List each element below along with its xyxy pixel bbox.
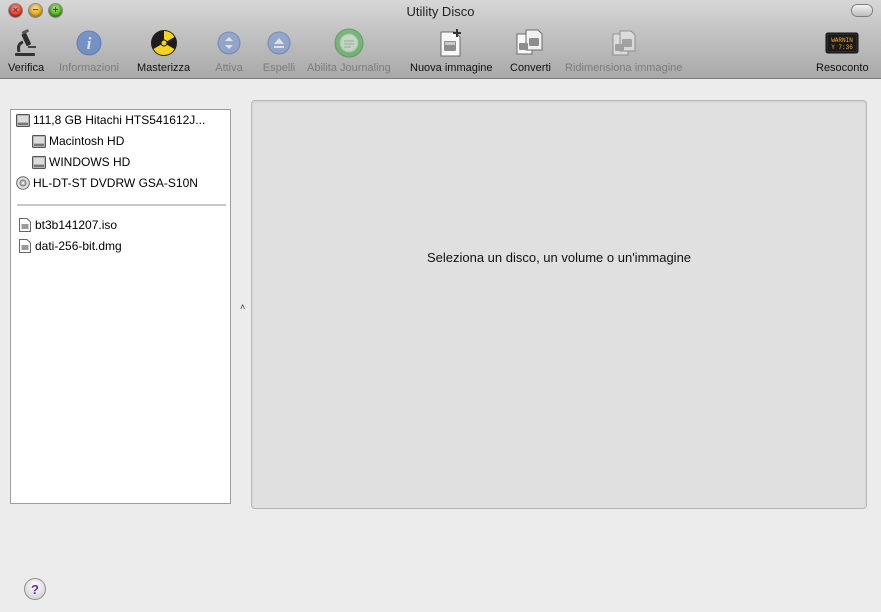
- image-item-label: bt3b141207.iso: [35, 218, 118, 232]
- title-bar: × − + Utility Disco: [0, 0, 881, 22]
- journaling-icon: [332, 26, 366, 60]
- disk-item-dvd-drive[interactable]: HL-DT-ST DVDRW GSA-S10N: [15, 173, 198, 193]
- document-icon: [17, 239, 32, 253]
- window-chrome: × − + Utility Disco Verifica i Informazi…: [0, 0, 881, 79]
- enable-journaling-label: Abilita Journaling: [307, 62, 391, 74]
- volume-item-windows-hd[interactable]: WINDOWS HD: [31, 152, 130, 172]
- convert-icon: [513, 26, 547, 60]
- toolbar: Verifica i Informazioni Masterizza Attiv…: [0, 22, 881, 78]
- info-button[interactable]: i Informazioni: [59, 26, 119, 74]
- empty-selection-message: Seleziona un disco, un volume o un'immag…: [426, 250, 692, 265]
- mount-button[interactable]: Attiva: [212, 26, 246, 74]
- resize-image-icon: [607, 26, 641, 60]
- log-icon: WARNIN Y 7:36: [825, 26, 859, 60]
- image-item-dmg[interactable]: dati-256-bit.dmg: [17, 236, 122, 256]
- new-image-button[interactable]: Nuova immagine: [410, 26, 493, 74]
- detail-panel: Seleziona un disco, un volume o un'immag…: [251, 100, 867, 509]
- toolbar-toggle-button[interactable]: [852, 5, 872, 16]
- eject-icon: [262, 26, 296, 60]
- log-icon-text-line2: Y 7:36: [831, 44, 853, 51]
- resize-image-label: Ridimensiona immagine: [565, 62, 683, 74]
- enable-journaling-button[interactable]: Abilita Journaling: [307, 26, 391, 74]
- disk-list[interactable]: 111,8 GB Hitachi HTS541612J... Macintosh…: [10, 109, 231, 504]
- log-button[interactable]: WARNIN Y 7:36 Resoconto: [816, 26, 869, 74]
- convert-button[interactable]: Converti: [510, 26, 551, 74]
- disk-item-label: 111,8 GB Hitachi HTS541612J...: [33, 113, 206, 127]
- volume-icon: [31, 134, 46, 148]
- disk-item-label: HL-DT-ST DVDRW GSA-S10N: [33, 176, 198, 190]
- hard-disk-icon: [15, 113, 30, 127]
- help-icon: ?: [31, 581, 39, 597]
- burn-button[interactable]: Masterizza: [137, 26, 190, 74]
- disk-item-hitachi[interactable]: 111,8 GB Hitachi HTS541612J...: [15, 110, 205, 130]
- verify-button[interactable]: Verifica: [8, 26, 44, 74]
- sidebar-divider: [17, 204, 226, 206]
- microscope-icon: [9, 26, 43, 60]
- svg-text:i: i: [87, 34, 92, 53]
- convert-label: Converti: [510, 62, 551, 74]
- burn-label: Masterizza: [137, 62, 191, 74]
- eject-button[interactable]: Espelli: [262, 26, 296, 74]
- split-view-handle[interactable]: ˄: [240, 302, 245, 312]
- window-title: Utility Disco: [406, 4, 475, 19]
- resize-image-button[interactable]: Ridimensiona immagine: [565, 26, 682, 74]
- help-button[interactable]: ?: [24, 578, 46, 600]
- log-label: Resoconto: [816, 62, 869, 74]
- image-item-iso[interactable]: bt3b141207.iso: [17, 215, 117, 235]
- new-image-label: Nuova immagine: [410, 62, 493, 74]
- log-icon-text-line1: WARNIN: [831, 37, 853, 44]
- mount-label: Attiva: [215, 62, 243, 74]
- volume-item-macintosh-hd[interactable]: Macintosh HD: [31, 131, 124, 151]
- optical-drive-icon: [15, 176, 30, 190]
- volume-item-label: Macintosh HD: [49, 134, 125, 148]
- info-icon: i: [72, 26, 106, 60]
- burn-icon: [147, 26, 181, 60]
- eject-label: Espelli: [262, 62, 296, 74]
- mount-icon: [212, 26, 246, 60]
- document-icon: [17, 218, 32, 232]
- volume-item-label: WINDOWS HD: [49, 155, 131, 169]
- verify-label: Verifica: [8, 62, 45, 74]
- new-image-icon: [434, 26, 468, 60]
- info-label: Informazioni: [59, 62, 119, 74]
- volume-icon: [31, 155, 46, 169]
- image-item-label: dati-256-bit.dmg: [35, 239, 122, 253]
